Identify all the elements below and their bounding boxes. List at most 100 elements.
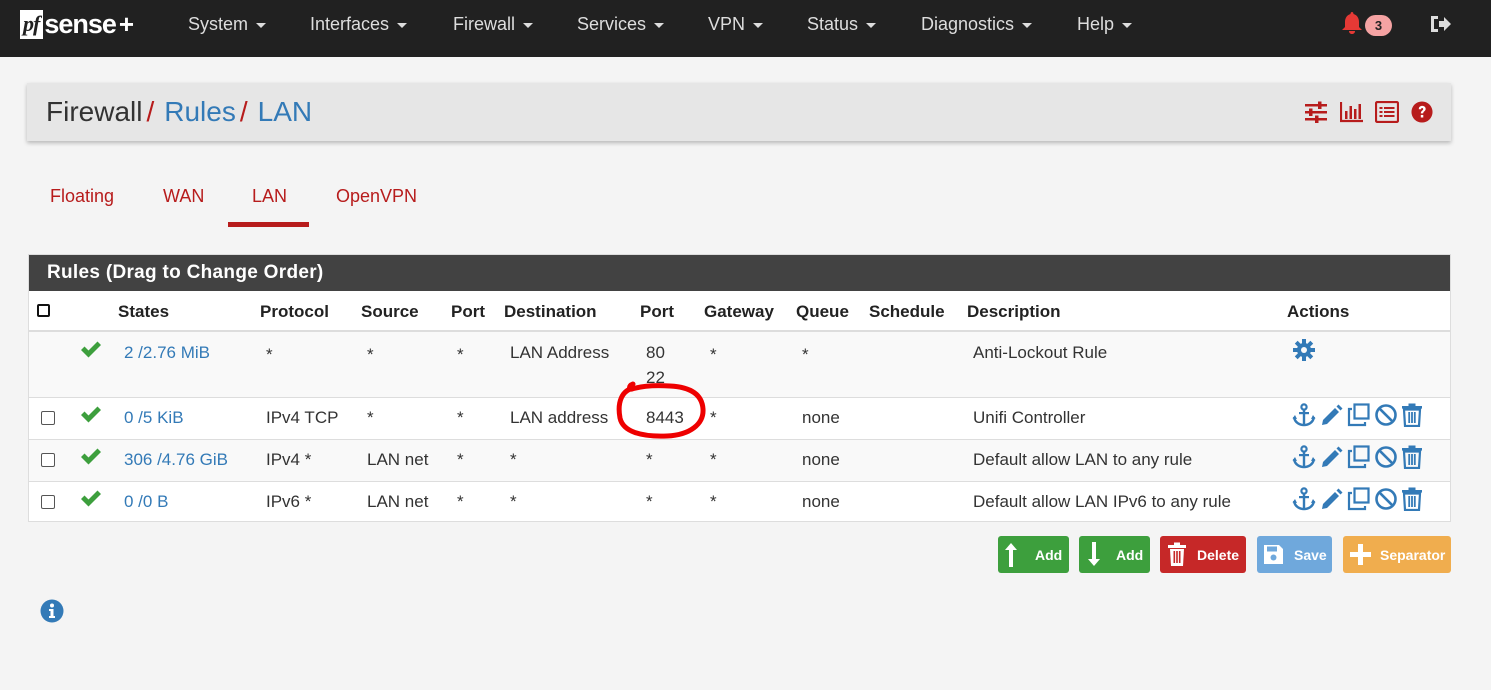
- row-checkbox[interactable]: [41, 411, 55, 425]
- chart-icon[interactable]: [1340, 101, 1364, 123]
- col-protocol: Protocol: [260, 302, 329, 321]
- copy-icon[interactable]: [1347, 403, 1371, 427]
- states-link[interactable]: 306 /4.76 GiB: [124, 450, 228, 470]
- queue-value: none: [802, 408, 840, 427]
- nav-services[interactable]: Services: [577, 14, 665, 35]
- check-icon: [81, 490, 101, 507]
- description-value: Default allow LAN to any rule: [973, 450, 1193, 469]
- table-row[interactable]: 2 /2.76 MiB * * * LAN Address 80 22 * * …: [29, 330, 1450, 397]
- nav-firewall[interactable]: Firewall: [453, 14, 534, 35]
- protocol-value: IPv4 *: [266, 450, 312, 469]
- logout-icon[interactable]: [1429, 13, 1453, 35]
- table-row[interactable]: 0 /0 B IPv6 * LAN net * * * * none Defau…: [29, 481, 1450, 523]
- description-value: Unifi Controller: [973, 408, 1086, 427]
- col-queue: Queue: [796, 302, 849, 321]
- caret-down-icon: [523, 22, 534, 28]
- floppy-icon: [1264, 545, 1283, 564]
- states-link[interactable]: 0 /0 B: [124, 492, 168, 512]
- states-link[interactable]: 0 /5 KiB: [124, 408, 184, 428]
- help-icon[interactable]: [1410, 101, 1434, 123]
- caret-down-icon: [753, 22, 764, 28]
- nav-status[interactable]: Status: [807, 14, 877, 35]
- caret-down-icon: [397, 22, 408, 28]
- logo-prefix: pf: [20, 9, 44, 39]
- delete-button[interactable]: Delete: [1160, 536, 1246, 573]
- port-value: *: [457, 345, 464, 364]
- pencil-icon[interactable]: [1320, 445, 1344, 469]
- anchor-icon[interactable]: [1292, 403, 1316, 427]
- queue-value: none: [802, 492, 840, 511]
- description-value: Anti-Lockout Rule: [973, 343, 1108, 362]
- ban-icon[interactable]: [1374, 445, 1398, 469]
- bell-icon[interactable]: [1341, 11, 1363, 35]
- plus-icon: [1350, 544, 1371, 565]
- ban-icon[interactable]: [1374, 403, 1398, 427]
- top-navbar: pf sense + System Interfaces Firewall Se…: [0, 0, 1491, 57]
- nav-help[interactable]: Help: [1077, 14, 1133, 35]
- states-link[interactable]: 2 /2.76 MiB: [124, 343, 210, 363]
- dest-port-value: *: [646, 450, 653, 469]
- notification-badge[interactable]: 3: [1365, 15, 1392, 36]
- table-row[interactable]: 306 /4.76 GiB IPv4 * LAN net * * * * non…: [29, 439, 1450, 481]
- col-destination: Destination: [504, 302, 597, 321]
- source-value: *: [367, 408, 374, 427]
- dest-port-value: 80: [646, 343, 665, 362]
- breadcrumb-lan[interactable]: LAN: [258, 96, 312, 127]
- add-top-button[interactable]: Add: [998, 536, 1069, 573]
- protocol-value: IPv6 *: [266, 492, 312, 511]
- copy-icon[interactable]: [1347, 487, 1371, 511]
- tab-wan[interactable]: WAN: [163, 186, 204, 207]
- gear-icon[interactable]: [1292, 338, 1316, 362]
- logo-plus: +: [118, 8, 135, 39]
- anchor-icon[interactable]: [1292, 445, 1316, 469]
- check-icon: [81, 341, 101, 358]
- pencil-icon[interactable]: [1320, 403, 1344, 427]
- check-icon: [81, 448, 101, 465]
- sliders-icon[interactable]: [1304, 101, 1328, 123]
- description-value: Default allow LAN IPv6 to any rule: [973, 492, 1231, 511]
- trash-icon: [1168, 542, 1186, 566]
- pencil-icon[interactable]: [1320, 487, 1344, 511]
- trash-icon[interactable]: [1400, 445, 1424, 469]
- breadcrumb-rules[interactable]: Rules: [164, 96, 236, 127]
- check-icon: [81, 406, 101, 423]
- trash-icon[interactable]: [1400, 487, 1424, 511]
- nav-vpn[interactable]: VPN: [708, 14, 764, 35]
- pfsense-logo[interactable]: pf sense +: [20, 8, 134, 40]
- nav-diagnostics[interactable]: Diagnostics: [921, 14, 1033, 35]
- gateway-value: *: [710, 492, 717, 511]
- copy-icon[interactable]: [1347, 445, 1371, 469]
- nav-system[interactable]: System: [188, 14, 267, 35]
- active-tab-indicator: [228, 222, 309, 227]
- add-bottom-button[interactable]: Add: [1079, 536, 1150, 573]
- caret-down-icon: [654, 22, 665, 28]
- destination-value: *: [510, 492, 517, 511]
- info-icon[interactable]: [40, 599, 64, 623]
- nav-interfaces[interactable]: Interfaces: [310, 14, 408, 35]
- col-port: Port: [451, 302, 485, 321]
- save-button[interactable]: Save: [1257, 536, 1332, 573]
- separator-button[interactable]: Separator: [1343, 536, 1451, 573]
- source-value: *: [367, 345, 374, 364]
- protocol-value: *: [266, 345, 273, 364]
- table-row[interactable]: 0 /5 KiB IPv4 TCP * * LAN address 8443 *…: [29, 397, 1450, 439]
- protocol-value: IPv4 TCP: [266, 408, 339, 427]
- tab-floating[interactable]: Floating: [50, 186, 114, 207]
- source-value: LAN net: [367, 450, 429, 469]
- select-all-checkbox[interactable]: [37, 304, 50, 317]
- ban-icon[interactable]: [1374, 487, 1398, 511]
- row-checkbox[interactable]: [41, 495, 55, 509]
- col-gateway: Gateway: [704, 302, 774, 321]
- caret-down-icon: [1122, 22, 1133, 28]
- list-icon[interactable]: [1375, 101, 1399, 123]
- row-checkbox[interactable]: [41, 453, 55, 467]
- queue-value: *: [802, 345, 809, 364]
- gateway-value: *: [710, 345, 717, 364]
- anchor-icon[interactable]: [1292, 487, 1316, 511]
- port-value: *: [457, 450, 464, 469]
- tab-lan[interactable]: LAN: [252, 186, 287, 207]
- queue-value: none: [802, 450, 840, 469]
- trash-icon[interactable]: [1400, 403, 1424, 427]
- tab-openvpn[interactable]: OpenVPN: [336, 186, 417, 207]
- breadcrumb-firewall: Firewall: [46, 96, 143, 127]
